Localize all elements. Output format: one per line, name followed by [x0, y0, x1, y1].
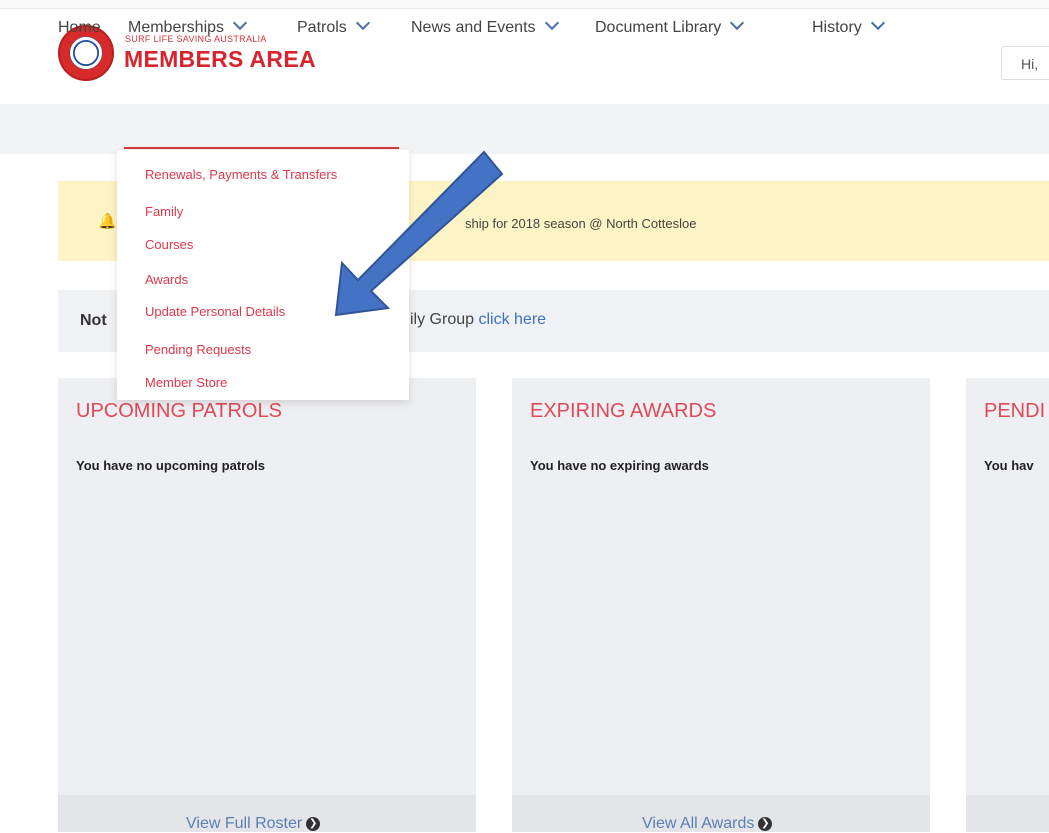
card-footer-upcoming-patrols: View Full Roster ❯: [58, 795, 476, 832]
view-full-roster-link[interactable]: View Full Roster ❯: [186, 815, 321, 833]
menu-item-awards[interactable]: Awards: [145, 272, 188, 287]
view-all-awards-link[interactable]: View All Awards ❯: [642, 815, 773, 833]
alert-text: ship for 2018 season @ North Cottesloe: [465, 216, 697, 231]
card-footer-expiring-awards: View All Awards ❯: [512, 795, 930, 832]
notice-middle: ily Group: [410, 311, 479, 328]
menu-item-pending-requests[interactable]: Pending Requests: [145, 342, 251, 357]
click-here-link[interactable]: click here: [478, 311, 546, 328]
menu-item-family[interactable]: Family: [145, 204, 183, 219]
card-text-expiring-awards: You have no expiring awards: [530, 458, 709, 473]
nav-news-events[interactable]: News and Events: [411, 15, 559, 37]
card-text-pending: You hav: [984, 458, 1034, 473]
view-full-roster-label: View Full Roster: [186, 815, 303, 832]
user-menu-button[interactable]: Hi,: [1001, 46, 1049, 80]
nav-news-events-label: News and Events: [411, 19, 536, 36]
menu-item-update-personal-details[interactable]: Update Personal Details: [145, 304, 285, 319]
view-all-awards-label: View All Awards: [642, 815, 755, 832]
card-text-upcoming-patrols: You have no upcoming patrols: [76, 458, 265, 473]
card-title-expiring-awards: EXPIRING AWARDS: [530, 400, 717, 422]
menu-item-courses[interactable]: Courses: [145, 237, 193, 252]
nav-history[interactable]: History: [812, 15, 885, 37]
nav-active-underline: [124, 147, 399, 149]
card-title-upcoming-patrols: UPCOMING PATROLS: [76, 400, 282, 422]
arrow-right-circle-icon: ❯: [758, 816, 773, 831]
menu-item-member-store[interactable]: Member Store: [145, 375, 227, 390]
expiring-awards-card: [512, 378, 930, 832]
chevron-down-icon: [355, 15, 370, 31]
bell-icon: 🔔: [98, 213, 117, 230]
menu-item-renewals[interactable]: Renewals, Payments & Transfers: [145, 167, 337, 182]
arrow-right-circle-icon: ❯: [306, 816, 321, 831]
logo-title[interactable]: MEMBERS AREA: [124, 46, 316, 73]
nav-memberships-label: Memberships: [128, 19, 225, 36]
card-title-pending: PENDI: [984, 400, 1046, 422]
nav-memberships[interactable]: Memberships: [128, 15, 248, 37]
chevron-down-icon: [870, 15, 885, 31]
nav-home-label: Home: [58, 19, 101, 36]
nav-patrols-label: Patrols: [297, 19, 347, 36]
greeting-text: Hi,: [1021, 56, 1039, 72]
upcoming-patrols-card: [58, 378, 476, 832]
notice-text: ily Group click here: [410, 311, 546, 329]
nav-document-library-label: Document Library: [595, 19, 722, 36]
pending-card: [966, 378, 1049, 832]
chevron-down-icon: [544, 15, 559, 31]
chevron-down-icon: [232, 15, 248, 31]
nav-home[interactable]: Home: [58, 19, 101, 37]
notice-prefix: Not: [80, 312, 107, 329]
chevron-down-icon: [730, 15, 745, 31]
card-footer-pending: [966, 795, 1049, 832]
nav-patrols[interactable]: Patrols: [297, 15, 370, 37]
nav-document-library[interactable]: Document Library: [595, 15, 745, 37]
top-border: [0, 0, 1049, 9]
memberships-dropdown: Renewals, Payments & Transfers Family Co…: [117, 150, 409, 400]
nav-history-label: History: [812, 19, 862, 36]
